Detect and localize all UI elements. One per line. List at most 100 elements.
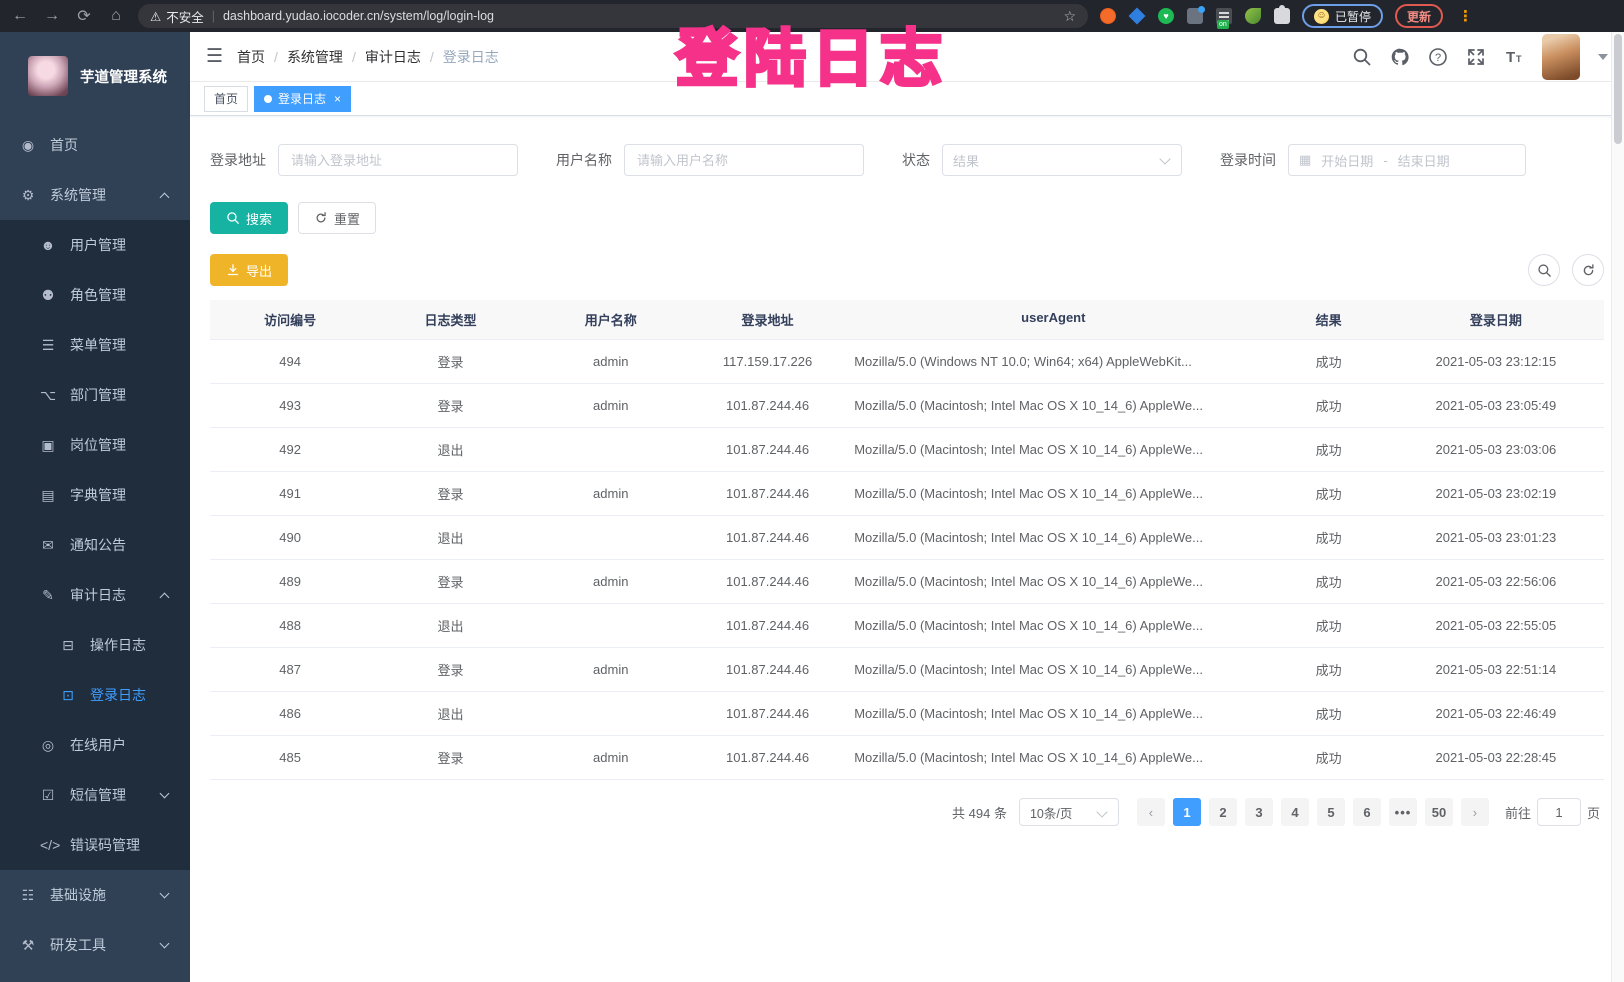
- page-button-6[interactable]: 6: [1353, 798, 1381, 826]
- chevron-up-icon: [160, 192, 170, 202]
- browser-menu-icon[interactable]: ⋮: [1455, 7, 1476, 25]
- address-bar[interactable]: ⚠ 不安全 | dashboard.yudao.iocoder.cn/syste…: [138, 4, 1088, 28]
- scrollbar-thumb[interactable]: [1614, 34, 1622, 144]
- page-button-1[interactable]: 1: [1173, 798, 1201, 826]
- extension-icon-green-heart[interactable]: ♥: [1158, 8, 1174, 24]
- github-icon[interactable]: [1390, 47, 1410, 67]
- sidebar-item-infrastructure[interactable]: ☷基础设施: [0, 870, 190, 920]
- sidebar-item-depts[interactable]: ⌥部门管理: [0, 370, 190, 420]
- sidebar-item-sms[interactable]: ☑短信管理: [0, 770, 190, 820]
- browser-update-button[interactable]: 更新: [1395, 4, 1443, 28]
- login-address-input[interactable]: [278, 144, 518, 176]
- page-button-4[interactable]: 4: [1281, 798, 1309, 826]
- cell-ip: 101.87.244.46: [691, 736, 844, 779]
- search-icon: [1537, 263, 1552, 278]
- refresh-table-button[interactable]: [1572, 254, 1604, 286]
- browser-forward-icon[interactable]: →: [42, 7, 62, 25]
- column-header-2: 用户名称: [531, 300, 691, 339]
- sidebar-item-roles[interactable]: ⚉角色管理: [0, 270, 190, 320]
- sidebar-item-system[interactable]: ⚙系统管理: [0, 170, 190, 220]
- page-ellipsis[interactable]: •••: [1389, 798, 1417, 826]
- breadcrumb-item[interactable]: 审计日志: [365, 47, 421, 67]
- goto-page-input[interactable]: [1537, 798, 1581, 826]
- sidebar-logo-row[interactable]: 芋道管理系统: [0, 32, 190, 120]
- username-input[interactable]: [624, 144, 864, 176]
- sidebar-item-notices[interactable]: ✉通知公告: [0, 520, 190, 570]
- status-select[interactable]: 结果: [942, 144, 1182, 176]
- cell-result: 成功: [1262, 692, 1394, 735]
- cell-date: 2021-05-03 23:02:19: [1395, 472, 1597, 515]
- prev-page-button[interactable]: ‹: [1137, 798, 1165, 826]
- search-button[interactable]: 搜索: [210, 202, 288, 234]
- cell-ua: Mozilla/5.0 (Macintosh; Intel Mac OS X 1…: [844, 604, 1262, 647]
- address-separator: |: [212, 9, 215, 23]
- browser-back-icon[interactable]: ←: [10, 7, 30, 25]
- main-area: ☰ 首页/系统管理/审计日志/登录日志 首页登录日志× 登录地址: [190, 32, 1624, 982]
- dict-book-icon: ▤: [40, 487, 56, 504]
- next-page-button[interactable]: ›: [1461, 798, 1489, 826]
- sidebar-item-dev-tools[interactable]: ⚒研发工具: [0, 920, 190, 970]
- url-text[interactable]: dashboard.yudao.iocoder.cn/system/log/lo…: [223, 9, 1055, 23]
- reset-button[interactable]: 重置: [298, 202, 376, 234]
- page-button-5[interactable]: 5: [1317, 798, 1345, 826]
- page-button-2[interactable]: 2: [1209, 798, 1237, 826]
- close-icon[interactable]: ×: [334, 92, 341, 106]
- login-address-label: 登录地址: [210, 150, 266, 170]
- cell-id: 491: [210, 472, 370, 515]
- toggle-search-button[interactable]: [1528, 254, 1560, 286]
- cell-result: 成功: [1262, 560, 1394, 603]
- page-button-3[interactable]: 3: [1245, 798, 1273, 826]
- tab-首页[interactable]: 首页: [204, 86, 248, 112]
- browser-home-icon[interactable]: ⌂: [106, 7, 126, 25]
- extension-icon-orange[interactable]: [1100, 8, 1116, 24]
- sidebar-item-online-users[interactable]: ◎在线用户: [0, 720, 190, 770]
- sidebar-item-dicts[interactable]: ▤字典管理: [0, 470, 190, 520]
- hamburger-icon[interactable]: ☰: [206, 45, 223, 68]
- user-avatar[interactable]: [1542, 34, 1580, 80]
- message-icon: ✉: [40, 537, 56, 554]
- page-button-50[interactable]: 50: [1425, 798, 1453, 826]
- cell-user: [531, 604, 691, 647]
- sidebar-item-audit-log[interactable]: ✎审计日志: [0, 570, 190, 620]
- bookmark-star-icon[interactable]: ☆: [1063, 8, 1076, 25]
- sidebar-item-home[interactable]: ◉首页: [0, 120, 190, 170]
- column-header-4: userAgent: [844, 300, 1262, 339]
- fullscreen-icon[interactable]: [1466, 47, 1486, 67]
- cell-id: 487: [210, 648, 370, 691]
- sidebar-item-login-log[interactable]: ⊡登录日志: [0, 670, 190, 720]
- extension-icon-leaf[interactable]: [1245, 8, 1261, 24]
- tab-登录日志[interactable]: 登录日志×: [254, 86, 351, 112]
- breadcrumb-item[interactable]: 首页: [237, 47, 265, 67]
- sidebar-item-error-codes[interactable]: </>错误码管理: [0, 820, 190, 870]
- export-button[interactable]: 导出: [210, 254, 288, 286]
- extension-icon-list[interactable]: on: [1216, 8, 1232, 24]
- extension-icon-notify[interactable]: [1187, 8, 1203, 24]
- profile-paused-badge[interactable]: ☺ 已暂停: [1302, 4, 1383, 28]
- page-size-select[interactable]: 10条/页: [1019, 798, 1119, 826]
- login-time-range-picker[interactable]: ▦ 开始日期 - 结束日期: [1288, 144, 1526, 176]
- sidebar-item-users[interactable]: ☻用户管理: [0, 220, 190, 270]
- extensions-puzzle-icon[interactable]: [1274, 8, 1290, 24]
- browser-reload-icon[interactable]: ⟳: [74, 6, 94, 26]
- font-size-icon[interactable]: [1504, 47, 1524, 67]
- sidebar-item-posts[interactable]: ▣岗位管理: [0, 420, 190, 470]
- sidebar: 芋道管理系统 ◉首页⚙系统管理☻用户管理⚉角色管理☰菜单管理⌥部门管理▣岗位管理…: [0, 32, 190, 982]
- cell-ua: Mozilla/5.0 (Macintosh; Intel Mac OS X 1…: [844, 736, 1262, 779]
- chevron-down-icon[interactable]: [1598, 54, 1608, 60]
- cell-user: admin: [531, 340, 691, 383]
- cell-ua: Mozilla/5.0 (Macintosh; Intel Mac OS X 1…: [844, 472, 1262, 515]
- sidebar-item-menus[interactable]: ☰菜单管理: [0, 320, 190, 370]
- extension-icon-blue-diamond[interactable]: [1129, 8, 1146, 25]
- help-icon[interactable]: [1428, 47, 1448, 67]
- security-warning[interactable]: ⚠ 不安全: [150, 7, 204, 26]
- cell-ip: 101.87.244.46: [691, 516, 844, 559]
- sidebar-menu: ◉首页⚙系统管理☻用户管理⚉角色管理☰菜单管理⌥部门管理▣岗位管理▤字典管理✉通…: [0, 120, 190, 970]
- breadcrumb-item[interactable]: 系统管理: [287, 47, 343, 67]
- login-log-icon: ⊡: [60, 687, 76, 704]
- sidebar-item-operate-log[interactable]: ⊟操作日志: [0, 620, 190, 670]
- page-scrollbar[interactable]: [1611, 32, 1624, 982]
- cell-date: 2021-05-03 22:55:05: [1395, 604, 1597, 647]
- search-icon[interactable]: [1352, 47, 1372, 67]
- cell-id: 489: [210, 560, 370, 603]
- cell-date: 2021-05-03 23:03:06: [1395, 428, 1597, 471]
